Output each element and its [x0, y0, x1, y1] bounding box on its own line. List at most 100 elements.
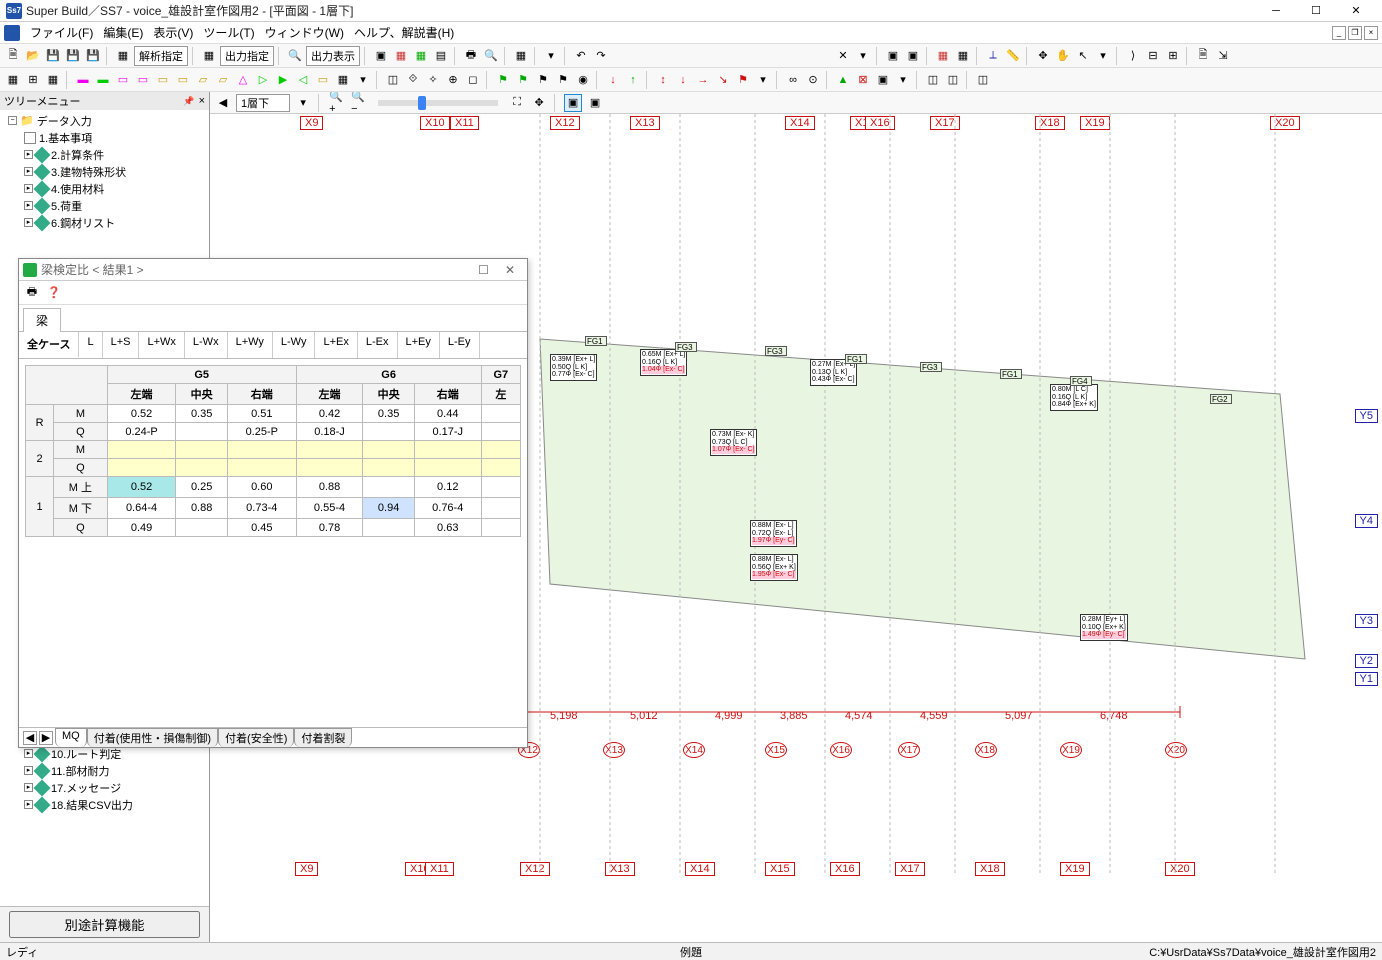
value-cell[interactable] [176, 459, 227, 477]
shape7-icon[interactable]: ▱ [194, 71, 212, 89]
doc-icon[interactable]: 🗎 [1194, 47, 1212, 65]
zoom-slider[interactable] [378, 100, 498, 106]
value-cell[interactable] [481, 423, 520, 441]
value-cell[interactable]: 0.35 [363, 405, 414, 423]
mark1-icon[interactable]: ▲ [834, 71, 852, 89]
mark3-icon[interactable]: ▣ [874, 71, 892, 89]
result-help-icon[interactable]: ❓ [45, 284, 63, 302]
collapse-icon[interactable]: − [8, 116, 17, 125]
tool-a-icon[interactable]: ▦ [4, 71, 22, 89]
dd2-icon[interactable]: ▾ [1094, 47, 1112, 65]
tool-c-icon[interactable]: ▦ [44, 71, 62, 89]
redo-icon[interactable]: ↷ [592, 47, 610, 65]
value-cell[interactable]: 0.18-J [296, 423, 363, 441]
preview-icon[interactable]: 🔍 [482, 47, 500, 65]
bottom-tab[interactable]: MQ [55, 728, 87, 747]
undo-icon[interactable]: ↶ [572, 47, 590, 65]
arr-dd-icon[interactable]: ▾ [754, 71, 772, 89]
maximize-button[interactable]: ☐ [1296, 0, 1336, 22]
mark-b-icon[interactable]: ▣ [586, 94, 604, 112]
shape4-icon[interactable]: ▭ [134, 71, 152, 89]
value-cell[interactable]: 0.42 [296, 405, 363, 423]
shape6-icon[interactable]: ▭ [174, 71, 192, 89]
shape5-icon[interactable]: ▭ [154, 71, 172, 89]
tree-item[interactable]: ▸6.鋼材リスト [2, 214, 207, 231]
value-cell[interactable]: 0.63 [414, 519, 481, 537]
output-spec-button[interactable]: 出力指定 [220, 46, 274, 66]
value-cell[interactable] [296, 441, 363, 459]
tool-b-icon[interactable]: ⊞ [24, 71, 42, 89]
tabs-left-arrow-icon[interactable]: ◀ [23, 731, 37, 745]
flag1-icon[interactable]: ⚑ [494, 71, 512, 89]
case-tab[interactable]: L+Wx [139, 332, 184, 358]
expand-icon[interactable]: ▸ [24, 167, 33, 176]
cursor-icon[interactable]: ↖ [1074, 47, 1092, 65]
move-icon[interactable]: ✥ [1034, 47, 1052, 65]
value-cell[interactable] [363, 519, 414, 537]
value-cell[interactable]: 0.55-4 [296, 498, 363, 519]
bottom-tab[interactable]: 付着(使用性・損傷制御) [87, 728, 218, 747]
case-tab[interactable]: L-Ex [358, 332, 398, 358]
analysis-spec-button[interactable]: 解析指定 [134, 46, 188, 66]
case-tab[interactable]: L [79, 332, 102, 358]
delete-dd-icon[interactable]: ▾ [854, 47, 872, 65]
output-spec-icon[interactable]: ▦ [200, 47, 218, 65]
case-tab[interactable]: 全ケース [19, 332, 79, 358]
value-cell[interactable]: 0.94 [363, 498, 414, 519]
minimize-button[interactable]: ─ [1256, 0, 1296, 22]
case-tab[interactable]: L-Wy [273, 332, 316, 358]
flag5-icon[interactable]: ◉ [574, 71, 592, 89]
menu-help[interactable]: ヘルプ、解説書(H) [354, 24, 454, 41]
value-cell[interactable] [227, 459, 296, 477]
open-icon[interactable]: 📂 [24, 47, 42, 65]
zoom-in-icon[interactable]: 🔍+ [328, 94, 346, 112]
pan-icon[interactable]: ✥ [530, 94, 548, 112]
floor-prev-icon[interactable]: ◀ [214, 94, 232, 112]
value-cell[interactable]: 0.88 [296, 477, 363, 498]
layout-icon[interactable]: ▤ [432, 47, 450, 65]
value-cell[interactable]: 0.35 [176, 405, 227, 423]
menu-edit[interactable]: 編集(E) [103, 24, 143, 41]
expand-icon[interactable]: ▸ [24, 749, 33, 758]
value-cell[interactable]: 0.44 [414, 405, 481, 423]
menu-view[interactable]: 表示(V) [153, 24, 193, 41]
value-cell[interactable]: 0.73-4 [227, 498, 296, 519]
tree-pin-icon[interactable]: 📌 [183, 96, 194, 107]
link1-icon[interactable]: ⟩ [1124, 47, 1142, 65]
expand-icon[interactable]: ▸ [24, 783, 33, 792]
mark-a-icon[interactable]: ▣ [564, 94, 582, 112]
menu-file[interactable]: ファイル(F) [30, 24, 93, 41]
tree-item[interactable]: ▸3.建物特殊形状 [2, 163, 207, 180]
value-cell[interactable] [481, 441, 520, 459]
bottom-tab[interactable]: 付着割裂 [294, 728, 352, 747]
expand-icon[interactable]: ▸ [24, 218, 33, 227]
zoom-out-icon[interactable]: 🔍− [350, 94, 368, 112]
export-icon[interactable]: ⇲ [1214, 47, 1232, 65]
arr1-icon[interactable]: ↓ [604, 71, 622, 89]
grid2-icon[interactable]: ▦ [334, 71, 352, 89]
expand-icon[interactable]: ▸ [24, 766, 33, 775]
menu-tool[interactable]: ツール(T) [203, 24, 254, 41]
tree-item[interactable]: ▸4.使用材料 [2, 180, 207, 197]
result-grid-area[interactable]: G5 G6 G7 左端中央右端左端中央右端左 RM0.520.350.510.4… [19, 359, 527, 727]
arr6-icon[interactable]: ↘ [714, 71, 732, 89]
value-cell[interactable] [481, 519, 520, 537]
ruler-icon[interactable]: ⟂ [984, 47, 1002, 65]
expand-icon[interactable]: ▸ [24, 184, 33, 193]
value-cell[interactable] [107, 459, 176, 477]
output-view-button[interactable]: 出力表示 [306, 46, 360, 66]
case-tab[interactable]: L+Ex [315, 332, 357, 358]
shape10-icon[interactable]: ▷ [254, 71, 272, 89]
tree-item[interactable]: 1.基本事項 [2, 129, 207, 146]
link3-icon[interactable]: ⊞ [1164, 47, 1182, 65]
mark-dd-icon[interactable]: ▾ [894, 71, 912, 89]
value-cell[interactable] [227, 441, 296, 459]
last3-icon[interactable]: ◫ [974, 71, 992, 89]
expand-icon[interactable]: ▸ [24, 800, 33, 809]
fit-icon[interactable]: ⛶ [508, 94, 526, 112]
dropdown-icon[interactable]: ▾ [542, 47, 560, 65]
shape9-icon[interactable]: △ [234, 71, 252, 89]
value-cell[interactable]: 0.12 [414, 477, 481, 498]
mark2-icon[interactable]: ⊠ [854, 71, 872, 89]
value-cell[interactable]: 0.25 [176, 477, 227, 498]
